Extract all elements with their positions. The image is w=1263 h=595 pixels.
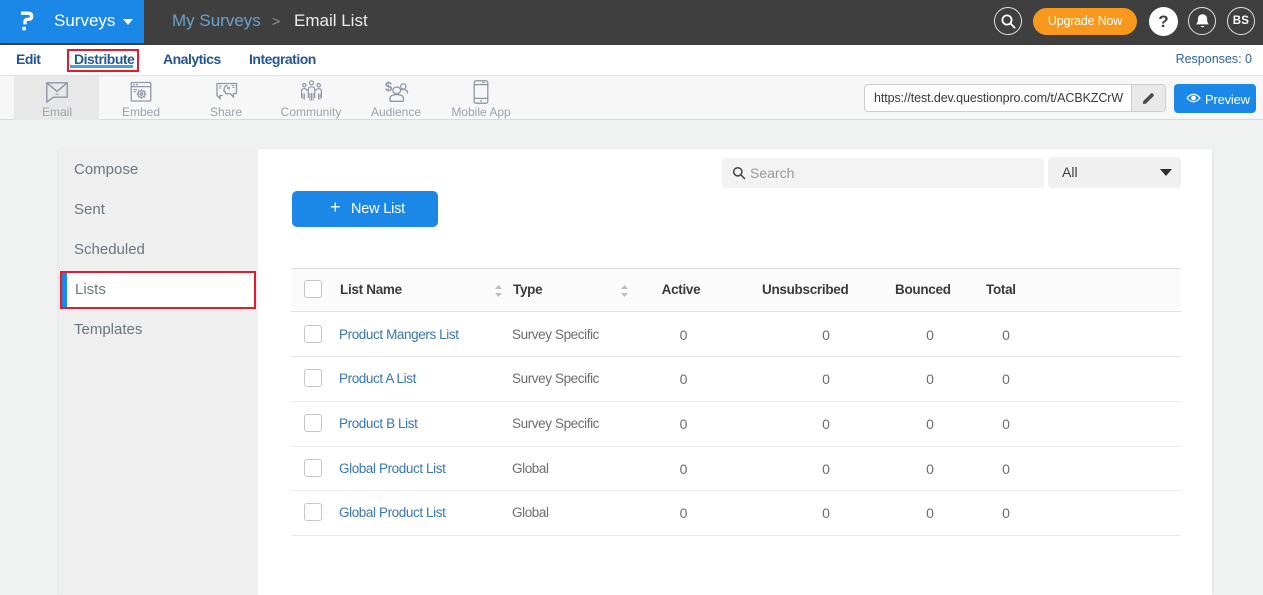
svg-text:$: $ — [385, 79, 393, 94]
